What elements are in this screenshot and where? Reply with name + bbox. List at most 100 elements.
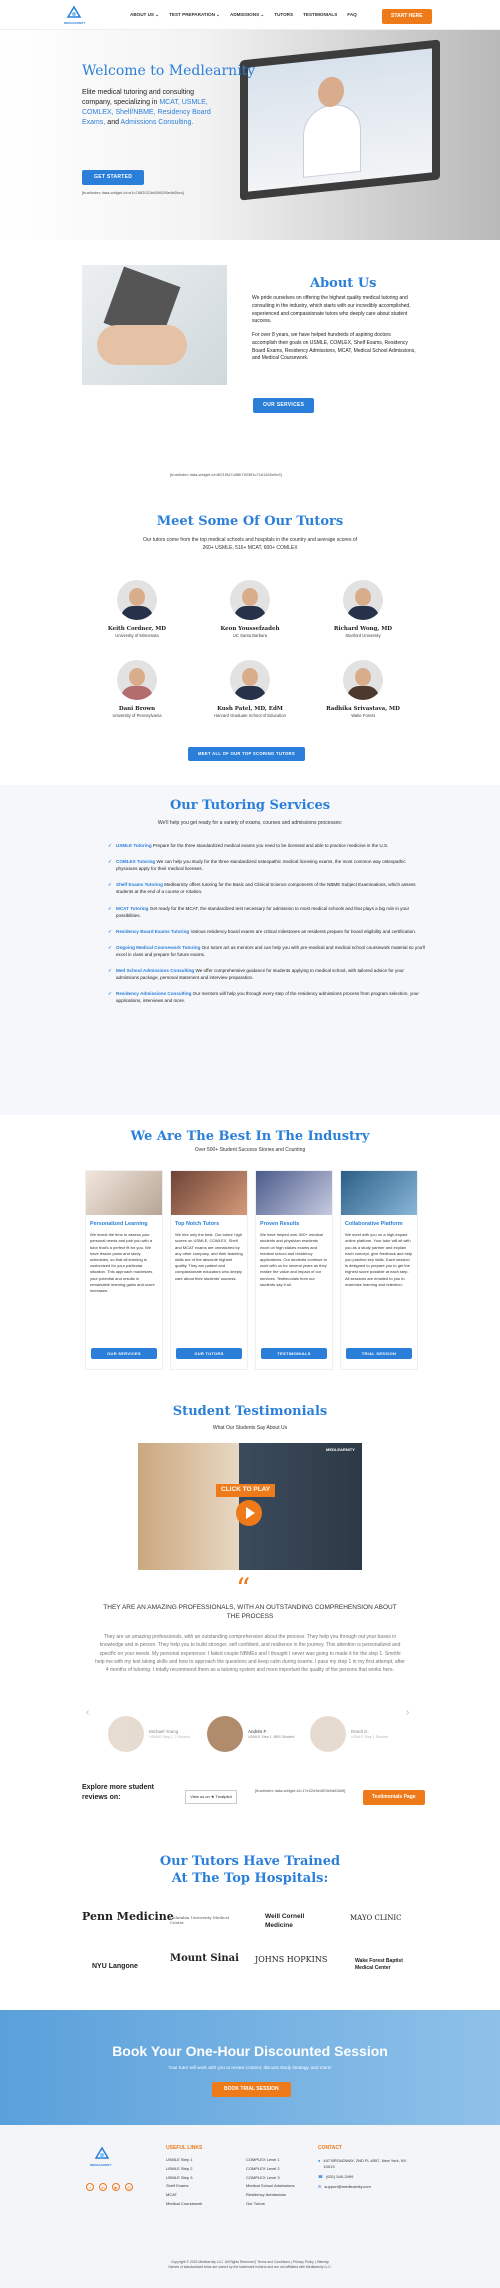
hero-section: Welcome to Medlearnity Elite medical tut… xyxy=(0,30,500,240)
nav-admissions[interactable]: ADMISSIONS ⌄ xyxy=(230,12,264,18)
testimonials-page-button[interactable]: Testimonials Page xyxy=(363,1790,425,1805)
nav-about-us[interactable]: ABOUT US ⌄ xyxy=(130,12,159,18)
tutor-card[interactable]: Radhika Srivastava, MD Wake Forest xyxy=(303,660,423,719)
tutor-photo xyxy=(343,580,383,620)
tutor-card[interactable]: Dani Brown University of Pennsylvania xyxy=(77,660,197,719)
nav-test-preparation[interactable]: TEST PREPARATION ⌄ xyxy=(169,12,220,18)
footer-link[interactable]: USMLE Step 1 xyxy=(166,2156,202,2165)
best-title: We Are The Best In The Industry xyxy=(130,1129,370,1144)
tutor-card[interactable]: Richard Wong, MD Stanford University xyxy=(303,580,423,639)
contact-phone[interactable]: (631) 540-2499 xyxy=(326,2174,353,2180)
mayo-clinic-logo: MAYO CLINIC xyxy=(350,1914,402,1922)
book-trial-session-button[interactable]: BOOK TRIAL SESSION xyxy=(212,2082,291,2097)
footer-logo-icon[interactable] xyxy=(94,2146,110,2162)
linkedin-icon[interactable]: in xyxy=(99,2183,107,2191)
contact-email[interactable]: support@medlearnity.com xyxy=(324,2184,370,2190)
wake-forest-logo: Wake Forest Baptist Medical Center xyxy=(355,1958,403,1971)
tutors-subtitle-1: Our tutors come from the top medical sch… xyxy=(143,537,357,543)
columbia-logo: Columbia University Medical Center xyxy=(170,1915,230,1926)
service-link[interactable]: USMLE Tutoring xyxy=(116,843,152,848)
tutor-school: Wake Forest xyxy=(351,713,375,719)
nav-faq[interactable]: FAQ xyxy=(347,12,356,18)
feature-title: Personalized Learning xyxy=(90,1221,148,1227)
footer-link[interactable]: Shelf Exams xyxy=(166,2182,202,2191)
service-link[interactable]: Shelf Exams Tutoring xyxy=(116,882,163,887)
feature-button[interactable]: OUR TUTORS xyxy=(176,1347,242,1359)
tutor-card[interactable]: Keith Cordner, MD University of Minnesota xyxy=(77,580,197,639)
reviewer-active[interactable]: Andrés F. USMLE Step 1, BBS Student xyxy=(207,1716,294,1752)
tutors-title: Meet Some Of Our Tutors xyxy=(156,514,344,529)
testimonials-title: Student Testimonials xyxy=(172,1404,328,1419)
feature-button[interactable]: TRIAL SESSION xyxy=(346,1347,412,1359)
testimonial-body: They are an amazing professionals, with … xyxy=(95,1634,405,1673)
service-link[interactable]: COMLEX Tutoring xyxy=(116,859,155,864)
service-item: MCAT Tutoring Get ready for the MCAT, th… xyxy=(108,905,428,919)
feature-button[interactable]: TESTIMONIALS xyxy=(261,1347,327,1359)
tutor-name: Richard Wong, MD xyxy=(333,626,393,632)
cta-subtitle: Your tutor will work with you to review … xyxy=(168,2065,332,2070)
hero-title: Welcome to Medlearnity xyxy=(82,63,256,79)
feature-button[interactable]: OUR SERVICES xyxy=(91,1347,157,1359)
footer-link[interactable]: Medical Coursework xyxy=(166,2200,202,2209)
tutor-school: UC Santa Barbara xyxy=(232,633,268,639)
service-link[interactable]: Ongoing Medical Coursework Tutoring xyxy=(116,945,200,950)
nav-tutors[interactable]: TUTORS xyxy=(274,12,293,18)
useful-links-title: USEFUL LINKS xyxy=(166,2145,203,2151)
trustpilot-badge[interactable]: View us on ★ Trustpilot xyxy=(185,1790,237,1804)
footer-links-col1: USMLE Step 1 USMLE Step 2 USMLE Step 3 Shel… xyxy=(166,2156,202,2209)
service-link[interactable]: Residency Board Exams Tutoring xyxy=(116,929,189,934)
service-link[interactable]: MCAT Tutoring xyxy=(116,906,149,911)
get-started-button[interactable]: GET STARTED xyxy=(82,170,145,185)
best-subtitle: Over 500+ Student Success Stories and Co… xyxy=(194,1147,306,1153)
footer-link[interactable]: COMPLEX Level 1 xyxy=(246,2156,294,2165)
prev-arrow-icon[interactable]: ‹ xyxy=(86,1706,89,1720)
instagram-icon[interactable]: ◎ xyxy=(125,2183,133,2191)
click-to-play-label[interactable]: CLICK TO PLAY xyxy=(216,1484,276,1497)
social-links: f in ▶ ◎ xyxy=(86,2183,133,2191)
feature-text: We have helped over 500+ medical student… xyxy=(260,1232,327,1287)
footer-link[interactable]: COMPLEX Level 3 xyxy=(246,2174,294,2183)
service-item: Residency Admissions Consulting Our ment… xyxy=(108,990,428,1004)
main-nav: ABOUT US ⌄ TEST PREPARATION ⌄ ADMISSIONS… xyxy=(130,12,357,18)
tutor-card[interactable]: Keon Youssefzadeh UC Santa Barbara xyxy=(190,580,310,639)
footer-link[interactable]: Residency Admissions xyxy=(246,2191,294,2200)
service-link[interactable]: Med School Admissions Consulting xyxy=(116,968,194,973)
footer-link[interactable]: Medical School Admissions xyxy=(246,2182,294,2191)
video-brand: MEDLEARNITY xyxy=(326,1447,355,1452)
services-list: USMLE Tutoring Prepare for the three sta… xyxy=(108,842,428,1014)
medlearnity-logo-icon[interactable] xyxy=(66,5,82,21)
tutor-photo xyxy=(117,580,157,620)
feature-card: Personalized Learning We invest the time … xyxy=(85,1170,163,1370)
our-services-button[interactable]: OUR SERVICES xyxy=(253,398,315,413)
about-text: We pride ourselves on offering the highe… xyxy=(252,295,416,362)
tutor-card[interactable]: Kush Patel, MD, EdM Harvard Graduate Scho… xyxy=(190,660,310,719)
footer-link[interactable]: USMLE Step 3 xyxy=(166,2174,202,2183)
feature-image xyxy=(341,1171,417,1215)
youtube-icon[interactable]: ▶ xyxy=(112,2183,120,2191)
feature-text: We meet with you on a high-impact online… xyxy=(345,1232,413,1287)
reviewer[interactable]: Michael Young USMLE Step 1, 2 Student xyxy=(108,1716,190,1752)
feature-text: We invest the time to assess your person… xyxy=(90,1232,155,1293)
start-here-button[interactable]: START HERE xyxy=(382,9,432,24)
reviews-widget-placeholder: [trustindex data-widget-id=17e22d3e4f03b… xyxy=(255,1788,346,1793)
footer-links-col2: COMPLEX Level 1 COMPLEX Level 2 COMPLEX Le… xyxy=(246,2156,294,2209)
footer-link[interactable]: COMPLEX Level 2 xyxy=(246,2165,294,2174)
tutor-name: Kush Patel, MD, EdM xyxy=(217,706,283,712)
footer-link[interactable]: MCAT xyxy=(166,2191,202,2200)
reviewer[interactable]: Randi G. USMLE Step 1 Student xyxy=(310,1716,388,1752)
phone-icon: ☎ xyxy=(318,2174,323,2179)
facebook-icon[interactable]: f xyxy=(86,2183,94,2191)
hero-consulting-link[interactable]: Admissions Consulting. xyxy=(121,119,194,126)
footer-link[interactable]: Our Tutors xyxy=(246,2200,294,2209)
testimonials-subtitle: What Our Students Say About Us xyxy=(212,1425,288,1431)
hospitals-title-1: Our Tutors Have Trained xyxy=(159,1854,341,1869)
cta-section: Book Your One-Hour Discounted Session Yo… xyxy=(0,2010,500,2125)
play-icon[interactable] xyxy=(236,1500,262,1526)
service-item: Shelf Exams Tutoring Medlearnity offers … xyxy=(108,881,428,895)
meet-all-tutors-button[interactable]: MEET ALL OF OUR TOP SCORING TUTORS xyxy=(188,747,305,761)
footer-link[interactable]: USMLE Step 2 xyxy=(166,2165,202,2174)
site-header: MEDLEARNITY ABOUT US ⌄ TEST PREPARATION … xyxy=(0,0,500,30)
service-link[interactable]: Residency Admissions Consulting xyxy=(116,991,191,996)
next-arrow-icon[interactable]: › xyxy=(406,1706,409,1720)
nav-testimonials[interactable]: TESTIMONIALS xyxy=(303,12,337,18)
